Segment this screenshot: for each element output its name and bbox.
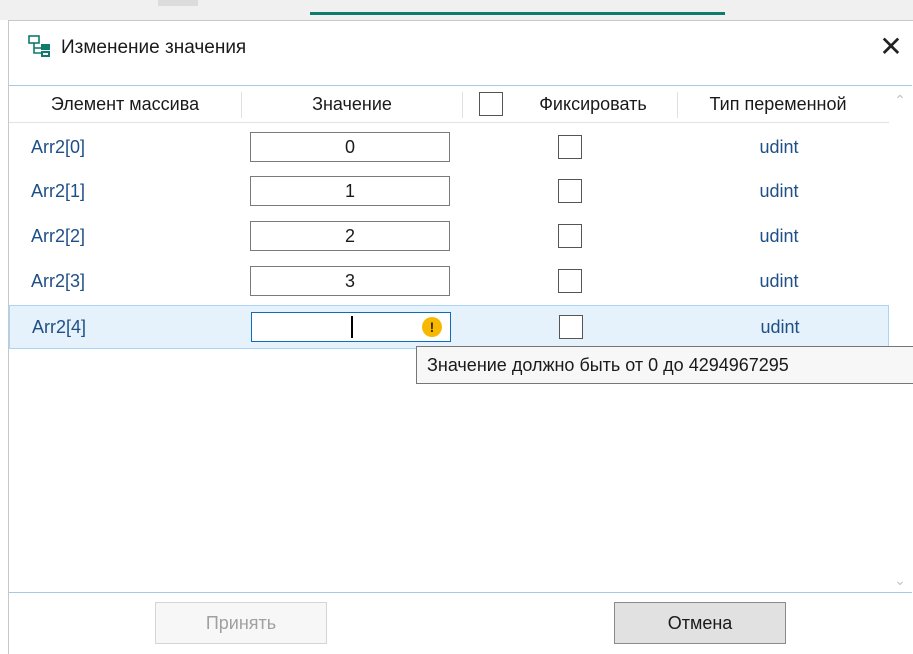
accept-button[interactable]: Принять [155,602,327,644]
value-input[interactable]: 2 [250,221,450,251]
value-input[interactable]: 1 [250,176,450,206]
fix-checkbox[interactable] [558,179,582,203]
variable-type: udint [759,226,799,246]
fix-checkbox[interactable] [558,269,582,293]
title-bar: Изменение значения ✕ [9,21,913,76]
value-text: 3 [344,271,355,291]
table-row[interactable]: Arr2[2] 2 udint [9,215,889,259]
value-input[interactable]: 3 [250,266,450,296]
column-header-type[interactable]: Тип переменной [678,86,878,122]
array-table: Элемент массива Значение Фиксировать Тип… [9,85,912,593]
table-row[interactable]: Arr2[3] 3 udint [9,260,889,304]
column-divider[interactable] [462,92,463,118]
array-edit-icon [28,35,50,57]
text-caret [351,316,353,338]
change-value-dialog: Изменение значения ✕ Элемент массива Зна… [8,20,913,654]
element-name: Arr2[0] [31,137,86,157]
column-header-element[interactable]: Элемент массива [9,86,241,122]
warning-icon: ! [422,317,442,337]
close-button[interactable]: ✕ [868,27,913,67]
fix-checkbox[interactable] [559,315,583,339]
scroll-up-icon[interactable]: ⌃ [892,92,908,108]
element-name: Arr2[4] [32,317,87,337]
variable-type: udint [759,271,799,291]
fix-all-checkbox[interactable] [479,92,503,116]
validation-tooltip: Значение должно быть от 0 до 4294967295 [416,346,913,384]
value-text: 0 [344,137,355,157]
variable-type: udint [759,137,799,157]
close-icon: ✕ [879,31,903,62]
scroll-down-icon[interactable]: ⌄ [892,572,908,588]
table-row[interactable]: Arr2[0] 0 udint [9,126,889,170]
background-window-strip [0,0,913,20]
value-text: 1 [344,181,355,201]
element-name: Arr2[2] [31,226,86,246]
cancel-button[interactable]: Отмена [614,602,786,644]
element-name: Arr2[3] [31,271,86,291]
value-text: 2 [344,226,355,246]
dialog-title: Изменение значения [61,37,247,58]
column-header-fix[interactable]: Фиксировать [513,86,673,122]
value-input[interactable]: 0 [250,132,450,162]
table-row[interactable]: Arr2[1] 1 udint [9,170,889,214]
column-header-value[interactable]: Значение [242,86,462,122]
fix-checkbox[interactable] [558,224,582,248]
background-accent-bar [310,12,725,15]
vertical-scrollbar[interactable]: ⌃ ⌄ [889,86,912,592]
variable-type: udint [760,317,800,337]
table-header: Элемент массива Значение Фиксировать Тип… [9,86,889,123]
background-tab [158,0,198,6]
table-row-selected[interactable]: Arr2[4] ! udint [9,305,889,349]
value-input-active[interactable]: ! [251,312,451,342]
fix-checkbox[interactable] [558,135,582,159]
variable-type: udint [759,181,799,201]
element-name: Arr2[1] [31,181,86,201]
